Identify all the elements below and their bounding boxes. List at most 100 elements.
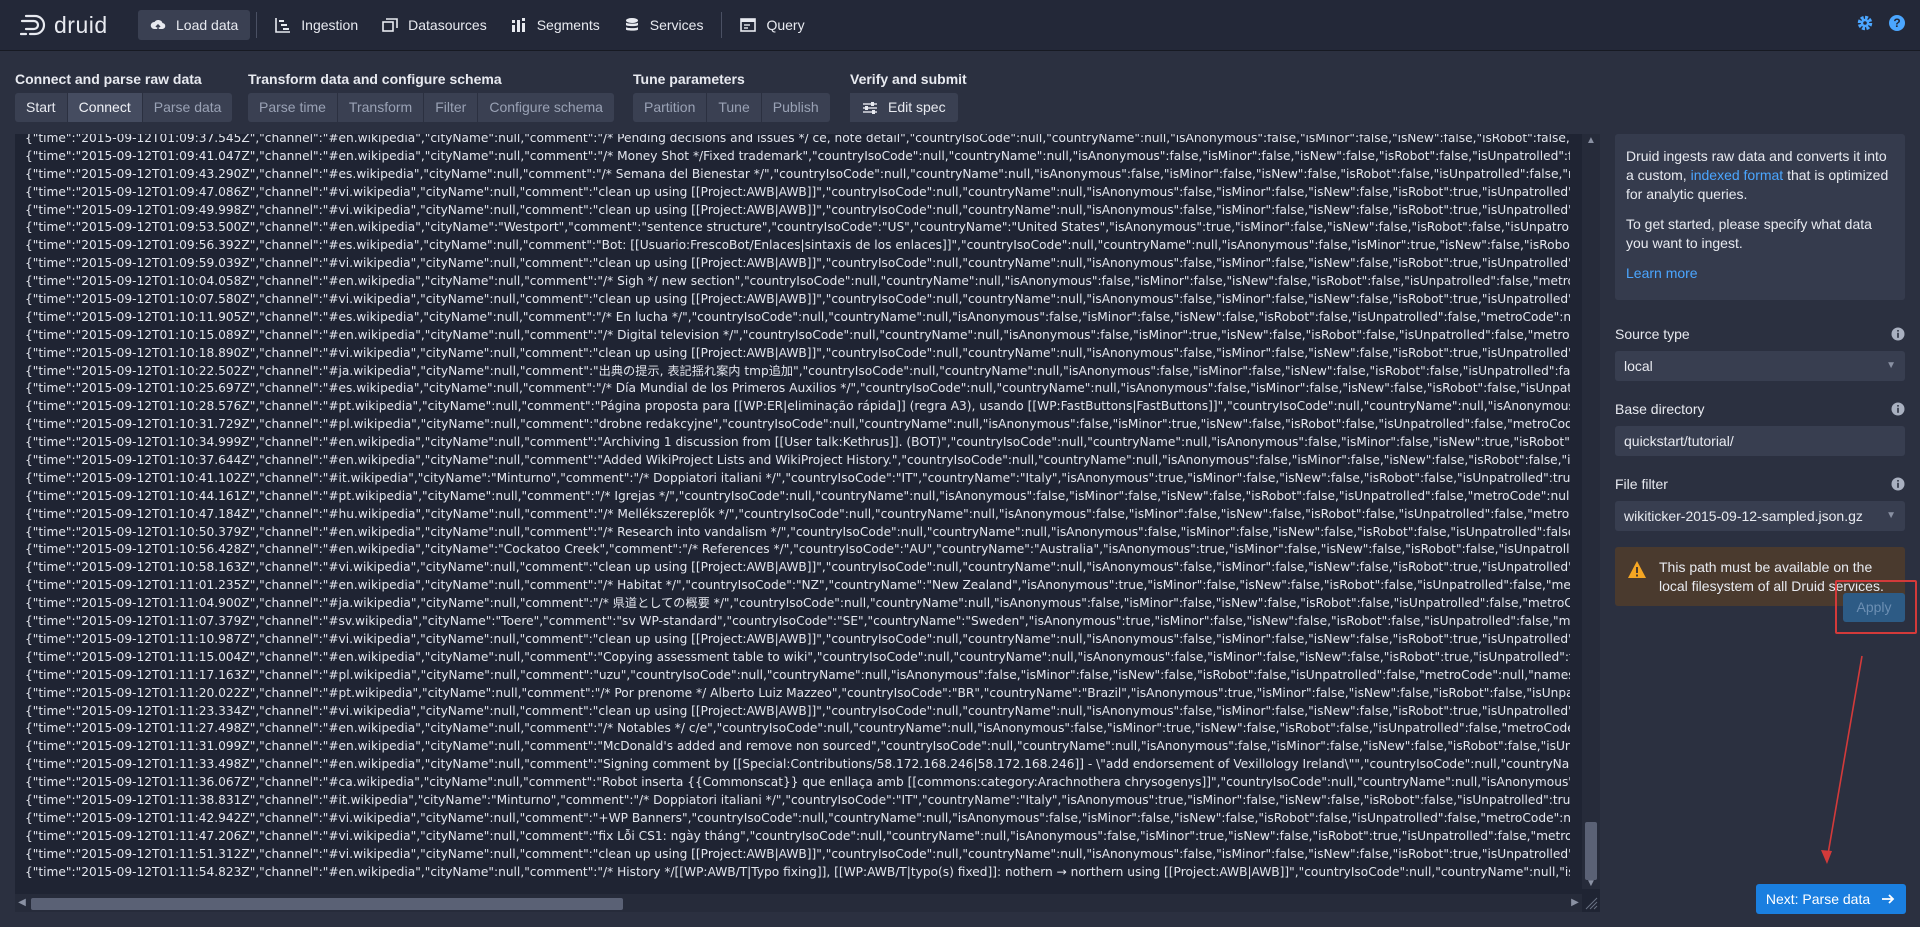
raw-data-line: {"time":"2015-09-12T01:11:07.379Z","chan… xyxy=(25,614,1570,629)
source-type-group: Source type local ▼ xyxy=(1615,326,1905,381)
step-group-tune: Tune parameters Partition Tune Publish xyxy=(633,71,830,122)
step-group-title: Tune parameters xyxy=(633,71,745,87)
step-tune[interactable]: Tune xyxy=(707,93,762,122)
horizontal-scrollbar[interactable]: ◀ ▶ xyxy=(15,894,1582,912)
nav-services-label: Services xyxy=(649,17,704,33)
base-directory-group: Base directory quickstart/tutorial/ xyxy=(1615,401,1905,456)
nav-ingestion[interactable]: Ingestion xyxy=(263,10,370,40)
nav-datasources[interactable]: Datasources xyxy=(370,10,499,40)
raw-data-line: {"time":"2015-09-12T01:09:37.545Z","chan… xyxy=(25,134,1570,145)
file-filter-label-row: File filter xyxy=(1615,476,1905,492)
nav-datasources-label: Datasources xyxy=(408,17,487,33)
next-button-label: Next: Parse data xyxy=(1765,891,1871,907)
scroll-right-icon[interactable]: ▶ xyxy=(1570,897,1580,909)
source-type-label-row: Source type xyxy=(1615,326,1905,342)
raw-data-line: {"time":"2015-09-12T01:09:49.998Z","chan… xyxy=(25,202,1570,217)
application-icon xyxy=(740,18,757,32)
raw-data-line: {"time":"2015-09-12T01:10:11.905Z","chan… xyxy=(25,309,1570,324)
raw-data-line: {"time":"2015-09-12T01:09:56.392Z","chan… xyxy=(25,238,1570,253)
raw-data-line: {"time":"2015-09-12T01:11:31.099Z","chan… xyxy=(25,739,1570,754)
step-start[interactable]: Start xyxy=(15,93,68,122)
raw-data-line: {"time":"2015-09-12T01:09:43.290Z","chan… xyxy=(25,166,1570,181)
step-group-transform: Transform data and configure schema Pars… xyxy=(248,71,614,122)
raw-data-line: {"time":"2015-09-12T01:11:23.334Z","chan… xyxy=(25,703,1570,718)
raw-data-line: {"time":"2015-09-12T01:11:42.942Z","chan… xyxy=(25,810,1570,825)
raw-data-line: {"time":"2015-09-12T01:11:54.823Z","chan… xyxy=(25,864,1570,879)
raw-data-line: {"time":"2015-09-12T01:11:15.004Z","chan… xyxy=(25,649,1570,664)
raw-data-line: {"time":"2015-09-12T01:10:44.161Z","chan… xyxy=(25,488,1570,503)
info-paragraph-2: To get started, please specify what data… xyxy=(1626,216,1872,251)
scroll-left-icon[interactable]: ◀ xyxy=(17,897,27,909)
raw-data-line: {"time":"2015-09-12T01:10:22.502Z","chan… xyxy=(25,363,1570,378)
raw-data-line: {"time":"2015-09-12T01:09:47.086Z","chan… xyxy=(25,184,1570,199)
nav-load-data[interactable]: Load data xyxy=(138,10,251,40)
raw-data-line: {"time":"2015-09-12T01:11:01.235Z","chan… xyxy=(25,578,1570,593)
raw-data-lines: {"time":"2015-09-12T01:09:37.545Z","chan… xyxy=(25,134,1570,881)
base-directory-input[interactable]: quickstart/tutorial/ xyxy=(1615,426,1905,456)
step-edit-spec[interactable]: Edit spec xyxy=(850,93,958,122)
svg-text:?: ? xyxy=(1893,16,1900,30)
caret-down-icon[interactable]: ▼ xyxy=(1886,501,1896,531)
stacked-chart-icon xyxy=(511,18,525,32)
warning-sign-icon xyxy=(1628,561,1646,578)
base-directory-value: quickstart/tutorial/ xyxy=(1624,433,1734,449)
scroll-down-icon[interactable]: ▼ xyxy=(1586,879,1596,889)
sliders-icon xyxy=(863,101,877,114)
step-group-verify: Verify and submit Edit spec xyxy=(850,71,967,122)
resize-grip-icon[interactable] xyxy=(1584,896,1598,910)
indexed-format-link[interactable]: indexed format xyxy=(1691,167,1784,183)
raw-data-line: {"time":"2015-09-12T01:11:51.312Z","chan… xyxy=(25,846,1570,861)
source-type-select[interactable]: local ▼ xyxy=(1615,351,1905,381)
nav-query-label: Query xyxy=(766,17,805,33)
file-filter-label: File filter xyxy=(1615,476,1668,492)
step-filter[interactable]: Filter xyxy=(424,93,479,122)
vertical-scroll-thumb[interactable] xyxy=(1585,822,1597,880)
nav-segments-label: Segments xyxy=(536,17,600,33)
raw-data-line: {"time":"2015-09-12T01:10:47.184Z","chan… xyxy=(25,506,1570,521)
step-parse-time[interactable]: Parse time xyxy=(248,93,338,122)
step-parse-data[interactable]: Parse data xyxy=(142,93,233,122)
info-sign-icon[interactable] xyxy=(1891,327,1905,341)
nav-right-actions: ? xyxy=(1856,14,1906,32)
scroll-up-icon[interactable]: ▲ xyxy=(1586,136,1596,146)
multi-select-icon xyxy=(382,18,398,32)
vertical-scrollbar[interactable]: ▲ ▼ xyxy=(1582,134,1600,889)
raw-data-line: {"time":"2015-09-12T01:11:33.498Z","chan… xyxy=(25,757,1570,772)
arrow-right-icon xyxy=(1882,894,1895,904)
database-icon xyxy=(625,18,638,31)
info-sign-icon[interactable] xyxy=(1891,402,1905,416)
learn-more-link[interactable]: Learn more xyxy=(1626,265,1698,281)
raw-data-line: {"time":"2015-09-12T01:11:04.900Z","chan… xyxy=(25,596,1570,611)
raw-data-line: {"time":"2015-09-12T01:09:41.047Z","chan… xyxy=(25,148,1570,163)
raw-data-line: {"time":"2015-09-12T01:10:25.697Z","chan… xyxy=(25,381,1570,396)
nav-segments[interactable]: Segments xyxy=(499,10,612,40)
info-sign-icon[interactable] xyxy=(1891,477,1905,491)
raw-data-line: {"time":"2015-09-12T01:10:56.428Z","chan… xyxy=(25,542,1570,557)
horizontal-scroll-thumb[interactable] xyxy=(31,898,623,910)
raw-data-line: {"time":"2015-09-12T01:10:15.089Z","chan… xyxy=(25,327,1570,342)
apply-button[interactable]: Apply xyxy=(1843,593,1905,622)
file-filter-input[interactable]: wikiticker-2015-09-12-sampled.json.gz ▼ xyxy=(1615,501,1905,531)
step-partition[interactable]: Partition xyxy=(633,93,708,122)
gear-icon[interactable] xyxy=(1856,14,1874,32)
step-configure-schema[interactable]: Configure schema xyxy=(478,93,614,122)
step-publish[interactable]: Publish xyxy=(761,93,830,122)
step-group-title: Connect and parse raw data xyxy=(15,71,202,87)
top-navbar: druid Load data Ingestion Datasources Se… xyxy=(0,0,1920,50)
connect-side-panel: Druid ingests raw data and converts it i… xyxy=(1615,134,1905,606)
nav-query[interactable]: Query xyxy=(728,10,816,40)
raw-data-preview[interactable]: {"time":"2015-09-12T01:09:37.545Z","chan… xyxy=(15,134,1600,912)
raw-data-line: {"time":"2015-09-12T01:11:47.206Z","chan… xyxy=(25,828,1570,843)
raw-data-line: {"time":"2015-09-12T01:11:36.067Z","chan… xyxy=(25,775,1570,790)
raw-data-line: {"time":"2015-09-12T01:10:50.379Z","chan… xyxy=(25,524,1570,539)
step-transform[interactable]: Transform xyxy=(337,93,425,122)
nav-services[interactable]: Services xyxy=(612,10,716,40)
help-icon[interactable]: ? xyxy=(1888,14,1906,32)
druid-logo[interactable]: druid xyxy=(20,12,110,39)
raw-data-line: {"time":"2015-09-12T01:10:28.576Z","chan… xyxy=(25,399,1570,414)
next-parse-data-button[interactable]: Next: Parse data xyxy=(1756,884,1906,914)
raw-data-line: {"time":"2015-09-12T01:10:58.163Z","chan… xyxy=(25,560,1570,575)
nav-divider xyxy=(721,12,723,38)
raw-data-line: {"time":"2015-09-12T01:11:17.163Z","chan… xyxy=(25,667,1570,682)
step-connect[interactable]: Connect xyxy=(67,93,143,122)
